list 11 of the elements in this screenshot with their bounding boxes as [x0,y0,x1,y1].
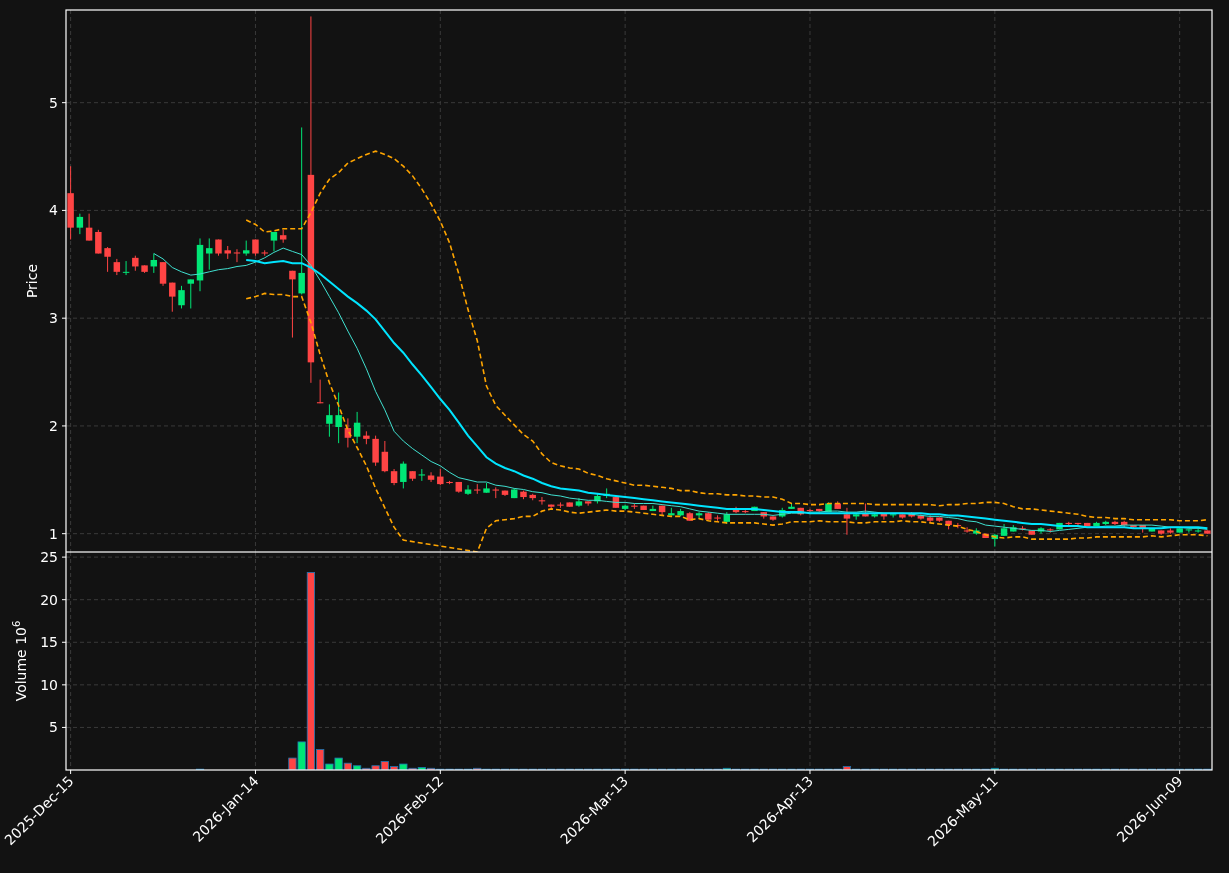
axis-tick-label: 20 [40,591,58,608]
axis-tick-label: 5 [49,719,58,736]
axis-tick-label: 4 [49,202,58,219]
axis-tick-label: 1 [49,525,58,542]
axis-tick-label: 10 [40,676,58,693]
axis-tick-label: 15 [40,634,58,651]
axis-tick-label: 2 [49,417,58,434]
axis-tick-label: 3 [49,310,58,327]
axis-tick-label: 25 [40,552,58,566]
axis-tick-label: 5 [49,94,58,111]
axis-title: Price [24,263,40,299]
